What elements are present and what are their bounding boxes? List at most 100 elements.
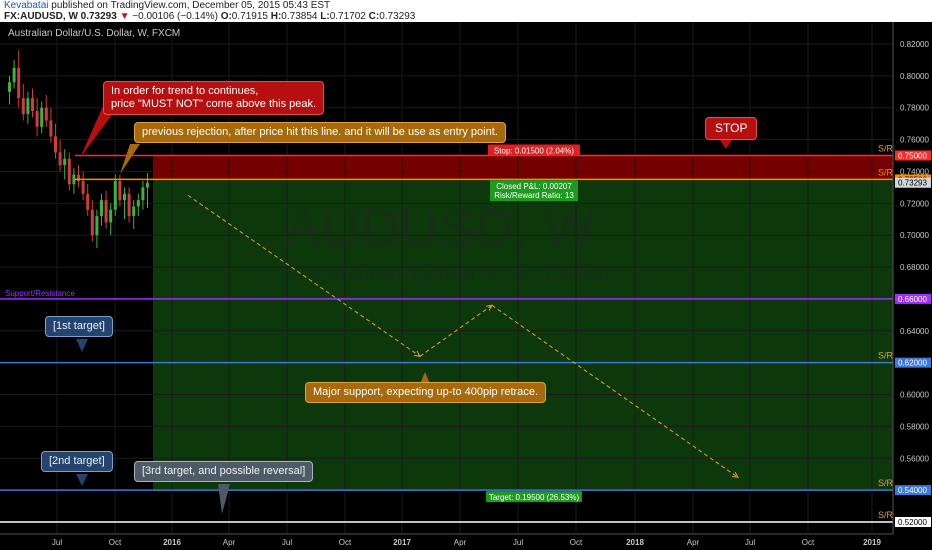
target-amount-label: Target: 0.19500 (26.53%)	[489, 493, 580, 502]
price-tick-8: 0.64000	[900, 327, 929, 336]
symbol-line: FX:AUDUSD, W 0.73293 ▼ −0.00106 (−0.14%)…	[4, 11, 415, 22]
price-badge-3: 0.66000	[898, 295, 927, 304]
must-not-callout: In order for trend to continues, price "…	[103, 81, 325, 115]
candle-body-8	[44, 107, 48, 121]
down-arrow-icon: ▼	[119, 11, 130, 22]
price-tick-5: 0.72000	[900, 199, 929, 208]
second-target-callout: [2nd target]	[41, 451, 113, 472]
close-label: C:	[368, 11, 380, 22]
first-target-pointer	[76, 339, 88, 352]
time-tick-2: 2016	[163, 538, 181, 547]
time-tick-5: Oct	[339, 538, 352, 547]
price-tick-6: 0.70000	[900, 231, 929, 240]
sr-label-3: S/R	[878, 478, 894, 488]
candle-body-30	[146, 182, 149, 188]
candle-body-1	[12, 67, 16, 83]
time-tick-3: Apr	[223, 538, 236, 547]
stop-loss-zone	[153, 155, 893, 180]
candle-body-23	[113, 181, 117, 210]
open-label: O:	[220, 11, 232, 22]
price-badge-2: 0.73293	[898, 179, 927, 188]
candle-body-21	[104, 200, 108, 223]
low-label: L:	[320, 11, 330, 22]
rejection-pointer	[120, 144, 140, 174]
support-resistance-label: Support/Resistance	[5, 289, 75, 298]
time-tick-4: Jul	[282, 538, 292, 547]
sr-label-1: S/R	[878, 167, 894, 177]
open-value: 0.71915	[231, 11, 268, 22]
must-not-line-2: price "MUST NOT" come above this peak.	[111, 98, 317, 110]
high-label: H:	[270, 11, 282, 22]
candle-body-27	[132, 206, 136, 217]
price-tick-10: 0.58000	[900, 422, 929, 431]
sr-label-2: S/R	[878, 351, 894, 361]
price-badge-4: 0.62000	[898, 359, 927, 368]
candle-body-16	[81, 181, 85, 194]
price-tick-1: 0.80000	[900, 72, 929, 81]
first-target-callout: [1st target]	[45, 316, 113, 337]
low-value: 0.71702	[329, 11, 366, 22]
candle-body-4	[26, 98, 30, 115]
time-tick-1: Oct	[109, 538, 122, 547]
candle-body-29	[141, 187, 145, 201]
must-not-line-1: In order for trend to continues,	[111, 85, 259, 97]
time-tick-14: 2019	[863, 538, 881, 547]
major-support-callout: Major support, expecting up-to 400pip re…	[305, 382, 547, 403]
time-tick-9: Oct	[570, 538, 583, 547]
risk-reward-label: Risk/Reward Ratio: 13	[494, 191, 574, 200]
price-tick-11: 0.56000	[900, 454, 929, 463]
third-target-callout: [3rd target, and possible reversal]	[134, 461, 314, 482]
candle-body-22	[109, 209, 113, 223]
candle-body-13	[67, 158, 71, 185]
price-badge-5: 0.54000	[898, 486, 927, 495]
candle-body-6	[35, 110, 39, 127]
candle-body-24	[118, 181, 122, 201]
time-tick-6: 2017	[393, 538, 411, 547]
candle-body-14	[72, 174, 76, 185]
candle-body-2	[17, 67, 21, 99]
price-badge-0: 0.75000	[898, 152, 927, 161]
sr-label-0: S/R	[878, 144, 894, 154]
candle-body-12	[63, 158, 67, 166]
candle-body-28	[136, 200, 140, 207]
candle-body-17	[86, 193, 90, 210]
published-text: published on TradingView.com, December 0…	[48, 0, 331, 11]
close-value: 0.73293	[379, 11, 416, 22]
watermark-description: Australian Dollar/U.S. Dollar	[288, 257, 612, 287]
candle-body-3	[21, 98, 25, 115]
time-tick-11: Apr	[687, 538, 700, 547]
closed-pnl-label: Closed P&L: 0.00207	[496, 182, 572, 191]
publish-line: Kevabatai published on TradingView.com, …	[4, 0, 330, 11]
time-tick-0: Jul	[52, 538, 62, 547]
time-tick-12: Jul	[745, 538, 755, 547]
time-tick-13: Oct	[802, 538, 815, 547]
time-tick-10: 2018	[626, 538, 644, 547]
candle-body-11	[58, 152, 62, 166]
symbol-quote: FX:AUDUSD, W 0.73293	[4, 11, 117, 22]
sr-label-4: S/R	[878, 510, 894, 520]
candle-body-25	[123, 193, 126, 201]
candle-body-0	[8, 82, 11, 92]
change-text: −0.00106 (−0.14%)	[132, 11, 218, 22]
price-badge-6: 0.52000	[898, 518, 927, 527]
second-target-pointer	[76, 474, 88, 486]
price-tick-3: 0.76000	[900, 136, 929, 145]
watermark-symbol: AUDUSD, W	[286, 198, 595, 258]
author-link[interactable]: Kevabatai	[4, 0, 48, 11]
candle-body-5	[31, 98, 34, 111]
candle-body-20	[100, 200, 103, 217]
candle-body-19	[95, 216, 99, 236]
rejection-callout: previous rejection, after price hit this…	[134, 122, 506, 143]
chart-header: Kevabatai published on TradingView.com, …	[0, 0, 932, 22]
time-tick-8: Jul	[513, 538, 523, 547]
price-tick-9: 0.60000	[900, 391, 929, 400]
price-tick-0: 0.82000	[900, 40, 929, 49]
candle-body-18	[90, 209, 94, 236]
stop-callout: STOP	[705, 117, 758, 140]
price-tick-7: 0.68000	[900, 263, 929, 272]
time-tick-7: Apr	[454, 538, 467, 547]
price-tick-2: 0.78000	[900, 104, 929, 113]
stop-amount-label: Stop: 0.01500 (2.04%)	[494, 147, 574, 156]
high-value: 0.73854	[281, 11, 318, 22]
candle-body-7	[40, 107, 44, 127]
